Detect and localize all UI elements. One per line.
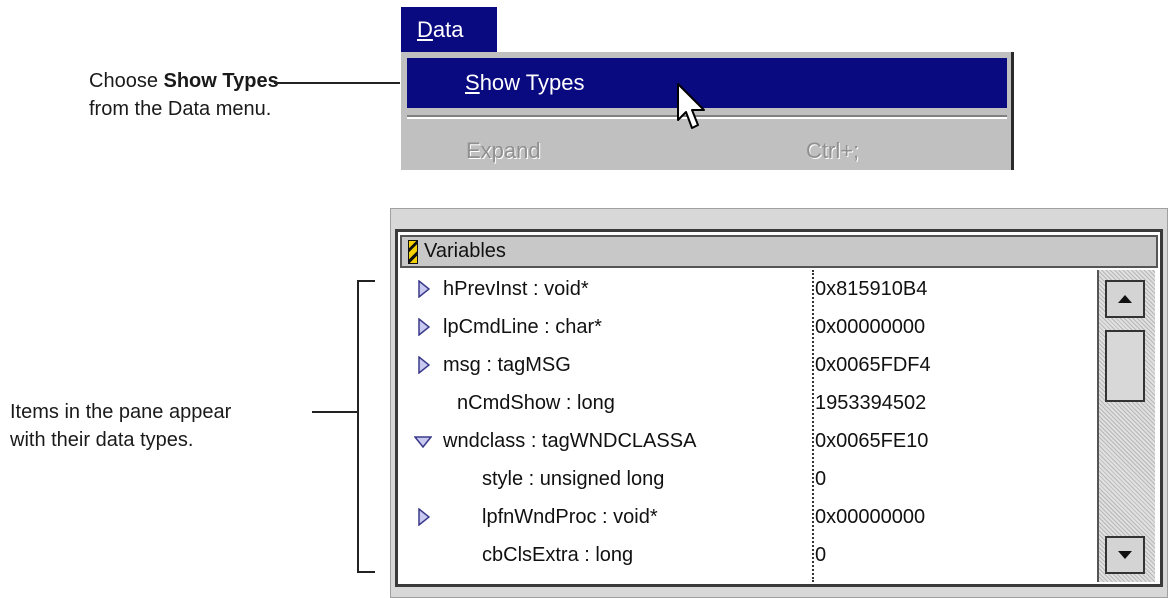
mouse-pointer-icon bbox=[677, 83, 705, 129]
variable-row[interactable]: style : unsigned long 0 bbox=[400, 460, 1097, 498]
callout-show-types: Choose Show Types from the Data menu. bbox=[89, 67, 279, 123]
variable-name: nCmdShow : long bbox=[457, 392, 615, 414]
variable-value: 0 bbox=[815, 544, 827, 566]
variable-row[interactable]: cbClsExtra : long 0 bbox=[400, 536, 1097, 574]
callout-line-top bbox=[274, 82, 400, 84]
triangle-right-icon[interactable] bbox=[418, 356, 430, 374]
variable-name: wndclass : tagWNDCLASSA bbox=[443, 430, 697, 452]
callout-line-bottom bbox=[312, 411, 357, 413]
variables-pane-header[interactable]: Variables bbox=[400, 235, 1158, 268]
callout-prefix: Choose bbox=[89, 70, 164, 92]
variable-name: lpCmdLine : char* bbox=[443, 316, 602, 338]
scroll-up-button[interactable] bbox=[1105, 280, 1145, 318]
scroll-down-button[interactable] bbox=[1105, 536, 1145, 574]
callout-items-line2: with their data types. bbox=[10, 429, 194, 451]
menu-item-expand-shortcut: Ctrl+; bbox=[806, 138, 860, 163]
scroll-thumb[interactable] bbox=[1105, 330, 1145, 402]
menu-data[interactable]: Data bbox=[401, 7, 497, 52]
variable-name: lpfnWndProc : void* bbox=[482, 506, 658, 528]
variable-row[interactable]: msg : tagMSG 0x0065FDF4 bbox=[400, 346, 1097, 384]
variable-name: cbClsExtra : long bbox=[482, 544, 634, 566]
pane-title: Variables bbox=[424, 240, 506, 262]
callout-show-types-line1: Choose Show Types bbox=[89, 67, 279, 95]
triangle-down-icon[interactable] bbox=[414, 436, 432, 448]
callout-bold-command: Show Types bbox=[163, 70, 279, 92]
variable-row[interactable]: hPrevInst : void* 0x815910B4 bbox=[400, 270, 1097, 308]
variable-value: 0x0065FE10 bbox=[815, 430, 929, 452]
callout-bracket bbox=[357, 280, 375, 573]
arrow-down-icon bbox=[1118, 551, 1132, 559]
variable-row[interactable]: lpfnWndProc : void* 0x00000000 bbox=[400, 498, 1097, 536]
variables-list: hPrevInst : void* 0x815910B4 lpCmdLine :… bbox=[400, 270, 1097, 582]
triangle-right-icon[interactable] bbox=[418, 280, 430, 298]
variable-row[interactable]: lpCmdLine : char* 0x00000000 bbox=[400, 308, 1097, 346]
triangle-right-icon[interactable] bbox=[418, 508, 430, 526]
column-divider[interactable] bbox=[812, 270, 814, 582]
pane-tag-icon bbox=[408, 239, 418, 264]
variable-value: 0x0065FDF4 bbox=[815, 354, 931, 376]
variable-name: style : unsigned long bbox=[482, 468, 665, 490]
triangle-right-icon[interactable] bbox=[418, 318, 430, 336]
variable-value: 0x00000000 bbox=[815, 316, 926, 338]
menu-data-mnemonic: D bbox=[417, 16, 433, 42]
callout-show-types-line2: from the Data menu. bbox=[89, 98, 272, 120]
menu-data-label: ata bbox=[432, 16, 464, 42]
variable-value: 0x00000000 bbox=[815, 506, 926, 528]
variable-row[interactable]: wndclass : tagWNDCLASSA 0x0065FE10 bbox=[400, 422, 1097, 460]
callout-items-line1: Items in the pane appear bbox=[10, 401, 232, 423]
menu-item-show-types-mnemonic: S bbox=[465, 70, 480, 95]
variable-name: msg : tagMSG bbox=[443, 354, 571, 376]
callout-items-types: Items in the pane appear with their data… bbox=[10, 398, 231, 454]
variable-value: 0 bbox=[815, 468, 827, 490]
variable-value: 0x815910B4 bbox=[815, 278, 928, 300]
menu-item-expand[interactable]: Expand bbox=[466, 138, 541, 164]
arrow-up-icon bbox=[1118, 295, 1132, 303]
variable-name: hPrevInst : void* bbox=[443, 278, 589, 300]
variable-row[interactable]: nCmdShow : long 1953394502 bbox=[400, 384, 1097, 422]
menu-item-show-types-label: how Types bbox=[479, 70, 585, 95]
variable-value: 1953394502 bbox=[815, 392, 927, 414]
